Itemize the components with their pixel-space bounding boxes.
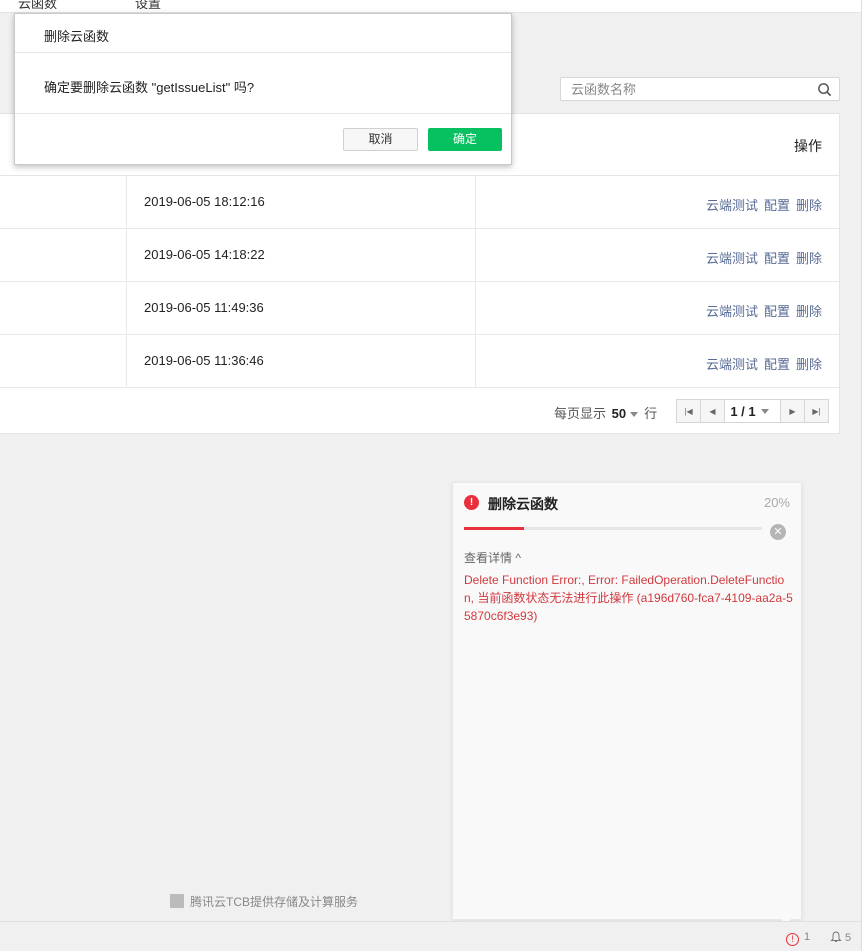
warning-icon: ! bbox=[786, 933, 799, 946]
updated-time: 2019-06-05 11:49:36 bbox=[144, 300, 264, 315]
top-tab-bar: 云函数 设置 bbox=[0, 0, 867, 13]
cloud-test-link[interactable]: 云端测试 bbox=[706, 357, 758, 372]
warning-indicator[interactable]: ! 1 bbox=[786, 931, 810, 946]
name-cell bbox=[0, 229, 127, 281]
page-size: 每页显示 50 行 bbox=[554, 403, 657, 422]
time-cell: 2019-06-05 11:49:36 bbox=[127, 282, 476, 334]
details-toggle[interactable]: 查看详情 ^ bbox=[464, 549, 521, 566]
config-link[interactable]: 配置 bbox=[764, 198, 790, 213]
last-page-button[interactable]: ▶| bbox=[804, 400, 828, 422]
dialog-footer: 取消 确定 bbox=[15, 114, 511, 164]
updated-time: 2019-06-05 18:12:16 bbox=[144, 194, 265, 209]
delete-link[interactable]: 删除 bbox=[796, 357, 822, 372]
prev-page-button[interactable]: ◀ bbox=[701, 400, 725, 422]
time-cell: 2019-06-05 18:12:16 bbox=[127, 176, 476, 228]
dialog-title: 删除云函数 bbox=[15, 14, 511, 53]
row-actions: 云端测试 配置 删除 bbox=[700, 248, 822, 267]
delete-link[interactable]: 删除 bbox=[796, 304, 822, 319]
search-icon[interactable] bbox=[817, 82, 832, 97]
cloud-logo-icon bbox=[170, 894, 184, 908]
footer-credit: 腾讯云TCB提供存储及计算服务 bbox=[170, 893, 358, 910]
progress-track bbox=[464, 527, 762, 530]
progress-percent: 20% bbox=[763, 495, 790, 510]
task-progress-panel: ! 删除云函数 20% ✕ 查看详情 ^ Delete Function Err… bbox=[452, 482, 802, 920]
cancel-button[interactable]: 取消 bbox=[343, 128, 418, 151]
pagination: 每页显示 50 行 |◀ ◀ 1 / 1 ▶ ▶| bbox=[0, 388, 840, 434]
notification-count: 5 bbox=[845, 932, 852, 944]
config-link[interactable]: 配置 bbox=[764, 251, 790, 266]
footer-text: 腾讯云TCB提供存储及计算服务 bbox=[190, 895, 359, 909]
search-box bbox=[560, 77, 840, 101]
row-actions: 云端测试 配置 删除 bbox=[700, 301, 822, 320]
row-label: 行 bbox=[644, 406, 658, 421]
table-row: 2019-06-05 11:49:36 云端测试 配置 删除 bbox=[0, 282, 839, 335]
name-cell bbox=[0, 282, 127, 334]
cloud-test-link[interactable]: 云端测试 bbox=[706, 198, 758, 213]
caret-down-icon bbox=[760, 408, 769, 414]
table-row: 2019-06-05 18:12:16 云端测试 配置 删除 bbox=[0, 176, 839, 229]
window-edge bbox=[861, 0, 867, 951]
tab-settings[interactable]: 设置 bbox=[135, 0, 161, 12]
name-cell bbox=[0, 335, 127, 387]
confirm-button[interactable]: 确定 bbox=[428, 128, 502, 151]
row-actions: 云端测试 配置 删除 bbox=[700, 354, 822, 373]
page-navigator: |◀ ◀ 1 / 1 ▶ ▶| bbox=[676, 399, 829, 423]
time-cell: 2019-06-05 11:36:46 bbox=[127, 335, 476, 387]
per-page-label: 每页显示 bbox=[554, 406, 607, 421]
close-icon[interactable]: ✕ bbox=[770, 524, 786, 540]
error-message: Delete Function Error:, Error: FailedOpe… bbox=[464, 573, 793, 623]
row-actions: 云端测试 配置 删除 bbox=[700, 195, 822, 214]
updated-time: 2019-06-05 11:36:46 bbox=[144, 353, 264, 368]
search-input[interactable] bbox=[561, 78, 801, 100]
cloud-test-link[interactable]: 云端测试 bbox=[706, 251, 758, 266]
dialog-message: 确定要删除云函数 "getIssueList" 吗? bbox=[15, 53, 511, 114]
caret-down-icon[interactable] bbox=[630, 412, 639, 418]
table-row: 2019-06-05 11:36:46 云端测试 配置 删除 bbox=[0, 335, 839, 388]
config-link[interactable]: 配置 bbox=[764, 357, 790, 372]
name-cell bbox=[0, 176, 127, 228]
page-select[interactable]: 1 / 1 bbox=[725, 400, 780, 422]
bell-icon bbox=[830, 931, 842, 942]
time-cell: 2019-06-05 14:18:22 bbox=[127, 229, 476, 281]
delete-link[interactable]: 删除 bbox=[796, 251, 822, 266]
error-icon: ! bbox=[464, 495, 479, 510]
task-title: 删除云函数 bbox=[488, 496, 558, 512]
updated-time: 2019-06-05 14:18:22 bbox=[144, 247, 265, 262]
operations-header: 操作 bbox=[794, 138, 822, 154]
warning-count: 1 bbox=[804, 931, 811, 943]
cloud-test-link[interactable]: 云端测试 bbox=[706, 304, 758, 319]
config-link[interactable]: 配置 bbox=[764, 304, 790, 319]
next-page-button[interactable]: ▶ bbox=[780, 400, 804, 422]
notification-indicator[interactable]: 5 bbox=[830, 931, 851, 944]
page-size-select[interactable]: 50 bbox=[612, 406, 626, 421]
delete-link[interactable]: 删除 bbox=[796, 198, 822, 213]
status-bar: ! 1 5 bbox=[0, 921, 867, 951]
delete-confirm-dialog: 删除云函数 确定要删除云函数 "getIssueList" 吗? 取消 确定 bbox=[14, 13, 512, 165]
tab-cloud-functions[interactable]: 云函数 bbox=[18, 0, 57, 12]
first-page-button[interactable]: |◀ bbox=[677, 400, 701, 422]
progress-fill bbox=[464, 527, 524, 530]
table-row: 2019-06-05 14:18:22 云端测试 配置 删除 bbox=[0, 229, 839, 282]
